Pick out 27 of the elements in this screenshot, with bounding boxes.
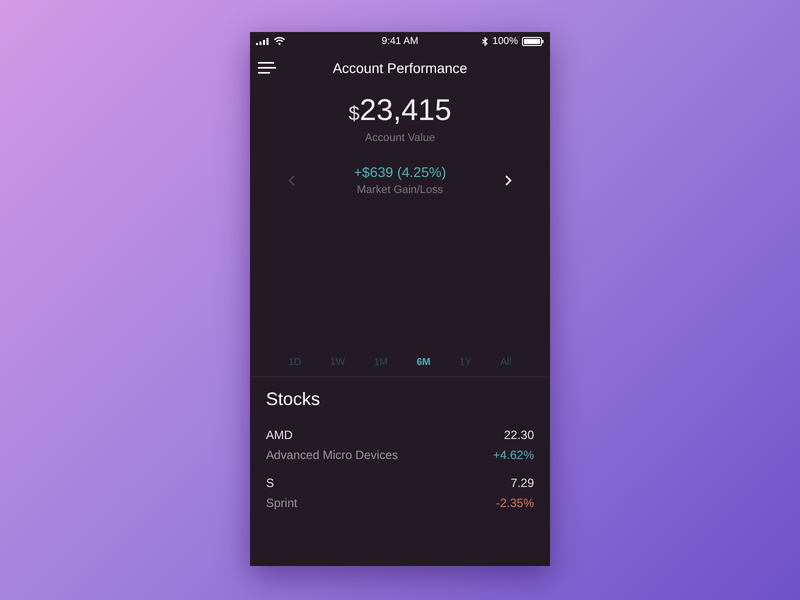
- section-title: Stocks: [266, 389, 322, 410]
- stock-symbol: AMD: [266, 428, 294, 442]
- company-name: Sprint: [266, 496, 298, 510]
- account-value: 23,415: [360, 94, 452, 128]
- status-time: 9:41 AM: [382, 36, 418, 46]
- price-change: -2.35%: [496, 496, 534, 510]
- battery-percent: 100%: [492, 36, 518, 46]
- stock-symbol: S: [266, 476, 276, 490]
- chevron-right-icon: [504, 174, 512, 186]
- next-button[interactable]: [504, 174, 512, 186]
- screen-title: Account Performance: [332, 60, 468, 76]
- market-gain-value: +$639 (4.25%): [354, 164, 446, 180]
- chevron-left-icon: [288, 174, 295, 186]
- company-name: Advanced Micro Devices: [266, 448, 400, 462]
- bluetooth-icon: [482, 36, 488, 46]
- wifi-icon: [274, 37, 285, 45]
- signal-icon: [256, 38, 270, 44]
- stock-price: 22.30: [502, 428, 534, 442]
- menu-button[interactable]: [258, 62, 276, 74]
- market-gain-label: Market Gain/Loss: [356, 184, 444, 196]
- menu-icon: [258, 62, 276, 74]
- currency-symbol: $: [348, 103, 360, 126]
- account-value-label: Account Value: [364, 132, 436, 144]
- stock-price: 7.29: [510, 476, 534, 490]
- battery-icon: [522, 36, 544, 46]
- price-change: +4.62%: [492, 448, 534, 462]
- time-range-tab[interactable]: 6M: [414, 354, 432, 370]
